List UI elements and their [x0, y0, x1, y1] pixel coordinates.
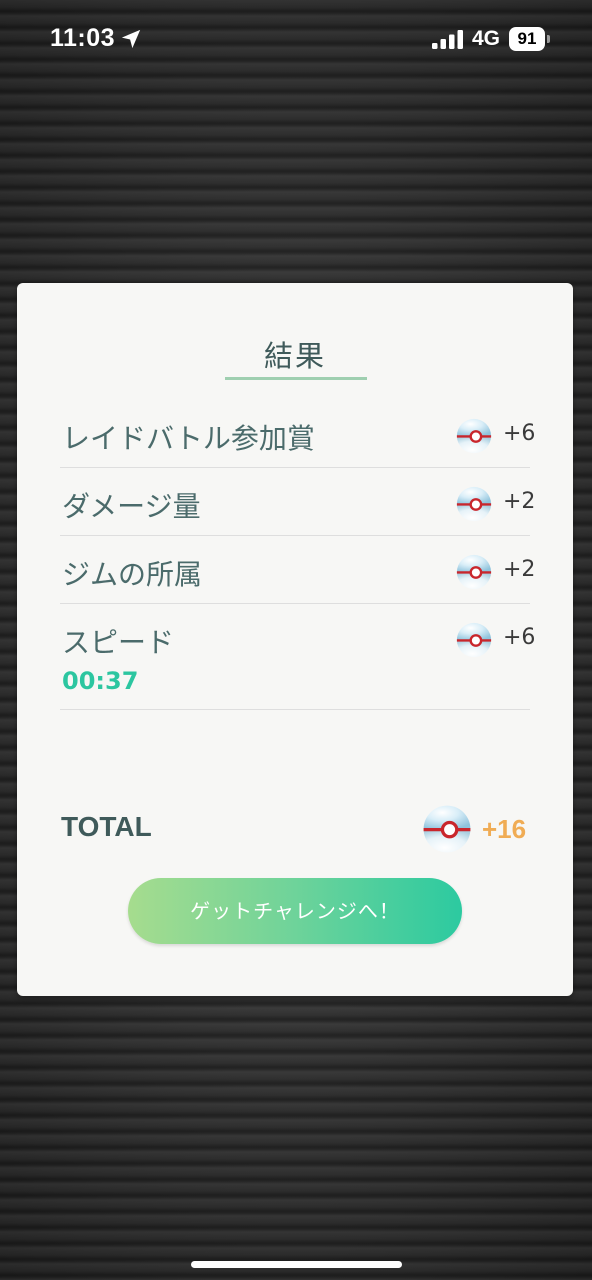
row-label: ダメージ量	[62, 490, 201, 523]
premier-ball-icon	[456, 554, 492, 590]
title-underline	[225, 377, 367, 380]
row-value: +2	[503, 489, 536, 514]
reward-row-raid-participation: レイドバトル参加賞 +6	[60, 417, 535, 468]
row-label: スピード	[62, 626, 175, 659]
location-arrow-icon	[121, 29, 141, 49]
row-value: +6	[503, 625, 536, 650]
total-value: +16	[482, 814, 527, 844]
battery-tip	[547, 35, 550, 43]
premier-ball-icon	[456, 486, 492, 522]
battery-level: 91	[517, 29, 537, 48]
status-time: 11:03	[50, 24, 116, 52]
battery-icon: 91	[509, 27, 545, 51]
reward-row-gym-affiliation: ジムの所属 +2	[60, 553, 535, 604]
row-value: +6	[503, 421, 536, 446]
cellular-signal-icon	[432, 30, 463, 49]
speed-time: 00:37	[62, 667, 139, 695]
home-indicator[interactable]	[191, 1261, 402, 1268]
premier-ball-icon	[456, 418, 492, 454]
card-title: 結果	[263, 339, 326, 373]
row-label: ジムの所属	[62, 558, 203, 591]
row-label: レイドバトル参加賞	[62, 422, 315, 455]
premier-ball-icon	[456, 622, 492, 658]
premier-ball-icon	[423, 805, 471, 853]
reward-row-damage: ダメージ量 +2	[60, 485, 535, 536]
total-label: TOTAL	[61, 811, 152, 842]
result-card: 結果 レイドバトル参加賞 +6 ダメージ量 +2 ジムの所属 +2 スピード +…	[17, 283, 573, 996]
network-type-label: 4G	[472, 27, 501, 50]
status-bar: 11:03 4G 91	[0, 0, 592, 80]
reward-row-speed: スピード +6 00:37	[60, 621, 535, 710]
catch-challenge-button[interactable]: ゲットチャレンジへ！	[128, 878, 462, 944]
row-value: +2	[503, 557, 536, 582]
